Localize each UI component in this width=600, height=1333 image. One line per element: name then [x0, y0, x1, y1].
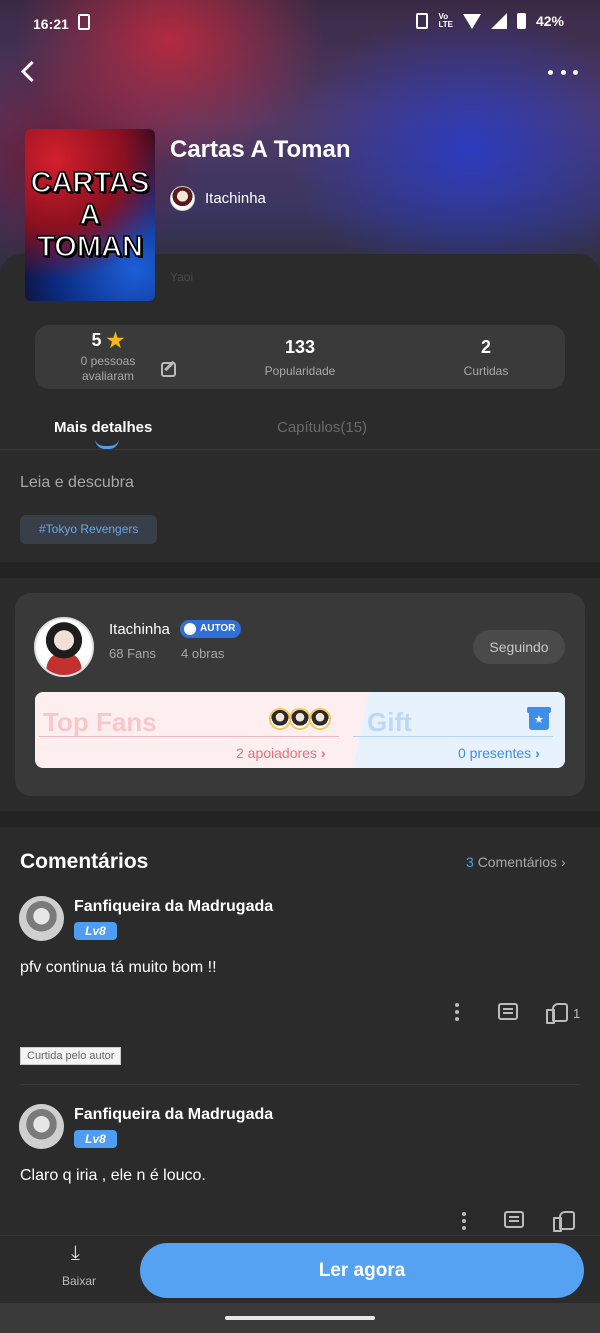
rate-edit-icon[interactable] — [161, 362, 176, 377]
status-time: 16:21 — [33, 16, 69, 32]
clipboard-icon — [78, 14, 90, 30]
likes-stat: 2 Curtidas — [435, 337, 537, 378]
rating-label: 0 pessoas avaliaram — [80, 354, 136, 383]
popularity-value: 133 — [284, 337, 316, 357]
commenter-name[interactable]: Fanfiqueira da Madrugada — [74, 898, 273, 916]
volte-icon: Vo LTE — [438, 12, 453, 29]
chevron-right-icon: › — [320, 745, 326, 761]
comments-title: Comentários — [20, 850, 149, 873]
reply-icon[interactable] — [498, 1003, 518, 1020]
tab-chapters[interactable]: Capítulos(15) — [277, 419, 367, 436]
follow-button[interactable]: Seguindo — [473, 630, 565, 664]
book-title: Cartas A Toman — [170, 136, 351, 163]
chevron-right-icon: › — [535, 745, 540, 761]
cover-title: CARTAS A TOMAN — [30, 166, 150, 264]
fan-avatar — [289, 708, 311, 730]
home-indicator[interactable] — [225, 1316, 375, 1320]
author-link[interactable]: Itachinha — [170, 186, 266, 211]
popularity-stat: 133 Popularidade — [240, 337, 360, 378]
likes-value: 2 — [480, 337, 491, 357]
tab-details[interactable]: Mais detalhes — [54, 419, 152, 436]
author-works: 4 obras — [181, 646, 225, 661]
comment-text: Claro q iria , ele n é louco. — [20, 1167, 206, 1184]
wifi-icon — [462, 13, 481, 29]
vibrate-icon — [416, 13, 429, 29]
fan-avatars — [269, 708, 331, 730]
supporters-link[interactable]: 2 apoiadores › — [236, 745, 326, 761]
author-avatar — [170, 186, 195, 211]
more-options-icon[interactable] — [548, 60, 578, 84]
gift-label[interactable]: Gift — [367, 707, 412, 738]
author-card-name[interactable]: Itachinha — [109, 621, 170, 638]
commenter-name[interactable]: Fanfiqueira da Madrugada — [74, 1106, 273, 1124]
presents-count: 0 presentes — [458, 745, 532, 761]
comments-count-label: Comentários — [477, 854, 558, 870]
top-fans-underline — [39, 736, 339, 737]
author-name: Itachinha — [205, 190, 266, 207]
likes-label: Curtidas — [463, 364, 509, 378]
fan-avatar — [309, 708, 331, 730]
tab-bar: Mais detalhes Capítulos(15) — [0, 412, 600, 450]
comment-text: pfv continua tá muito bom !! — [20, 959, 217, 976]
author-card: Itachinha AUTOR 68 Fans 4 obras Seguindo… — [15, 593, 585, 796]
author-avatar-large[interactable] — [34, 617, 94, 677]
section-divider — [0, 811, 600, 827]
download-label: Baixar — [61, 1274, 96, 1288]
comments-count: 3 — [466, 854, 474, 870]
book-cover: CARTAS A TOMAN — [25, 129, 155, 301]
read-now-button[interactable]: Ler agora — [140, 1243, 584, 1298]
rating-value: 5 — [91, 330, 102, 350]
like-count: 1 — [573, 1006, 581, 1021]
download-button[interactable]: Baixar — [49, 1242, 109, 1296]
comment-more-icon[interactable] — [462, 1212, 466, 1230]
reply-icon[interactable] — [504, 1211, 524, 1228]
fan-avatar — [269, 708, 291, 730]
tab-indicator — [95, 439, 119, 449]
star-icon: ★ — [106, 330, 125, 352]
gift-icon[interactable] — [527, 707, 551, 730]
commenter-avatar[interactable] — [19, 1104, 64, 1149]
rating-stat[interactable]: 5 ★ 0 pessoas avaliaram — [73, 330, 143, 384]
like-icon[interactable] — [546, 1001, 568, 1024]
popularity-label: Popularidade — [264, 364, 336, 378]
level-badge: Lv8 — [74, 1130, 117, 1148]
back-button[interactable] — [14, 56, 44, 86]
download-icon — [69, 1242, 89, 1266]
book-description: Leia e descubra — [20, 474, 134, 491]
system-nav-bar — [0, 1303, 600, 1333]
comments-count-link[interactable]: 3 Comentários › — [466, 854, 566, 870]
fans-gift-panel: Top Fans 2 apoiadores › Gift 0 presentes… — [35, 692, 565, 768]
battery-percent: 42% — [535, 13, 564, 29]
top-fans-label[interactable]: Top Fans — [43, 707, 157, 738]
presents-link[interactable]: 0 presentes › — [458, 745, 540, 761]
author-fans: 68 Fans — [109, 646, 156, 661]
status-bar: 16:21 Vo LTE 42% — [0, 0, 600, 46]
stats-panel: 5 ★ 0 pessoas avaliaram 133 Popularidade… — [35, 325, 565, 389]
like-icon[interactable] — [553, 1209, 575, 1232]
supporters-count: 2 apoiadores — [236, 745, 317, 761]
genre-label: Yaoi — [170, 270, 194, 284]
comment-separator — [20, 1084, 580, 1085]
gift-underline — [353, 736, 553, 737]
chevron-right-icon: › — [560, 854, 566, 870]
liked-by-author-tag: Curtida pelo autor — [20, 1047, 122, 1065]
signal-icon — [490, 13, 507, 29]
author-badge: AUTOR — [180, 620, 242, 638]
level-badge: Lv8 — [74, 922, 117, 940]
tag-chip[interactable]: #Tokyo Revengers — [20, 515, 158, 544]
battery-icon — [516, 13, 526, 29]
comment-more-icon[interactable] — [455, 1003, 459, 1021]
section-divider — [0, 562, 600, 578]
bottom-action-bar: Baixar Ler agora — [0, 1235, 600, 1303]
commenter-avatar[interactable] — [19, 896, 64, 941]
